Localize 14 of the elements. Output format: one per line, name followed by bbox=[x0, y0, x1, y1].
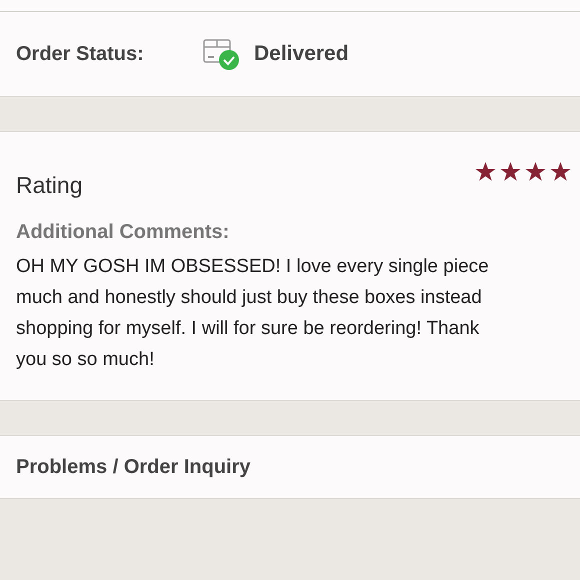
star-icon bbox=[500, 162, 521, 182]
comments-label: Additional Comments: bbox=[16, 220, 230, 244]
comment-line: shopping for myself. I will for sure be reordering! Thank bbox=[16, 316, 480, 340]
star-icon bbox=[550, 162, 571, 182]
delivered-status: Delivered bbox=[254, 41, 349, 68]
order-status-label: Order Status: bbox=[16, 42, 145, 67]
problems-label: Problems / Order Inquiry bbox=[16, 455, 251, 480]
problems-row[interactable]: Problems / Order Inquiry bbox=[0, 435, 580, 499]
comment-line: much and honestly should just buy these boxes instead bbox=[16, 286, 483, 310]
star-icon bbox=[475, 162, 496, 182]
comment-line: OH MY GOSH IM OBSESSED! I love every single piece bbox=[16, 254, 490, 278]
rating-title: Rating bbox=[16, 171, 84, 200]
star-icon bbox=[525, 162, 546, 182]
comment-line: you so so much! bbox=[16, 348, 156, 372]
